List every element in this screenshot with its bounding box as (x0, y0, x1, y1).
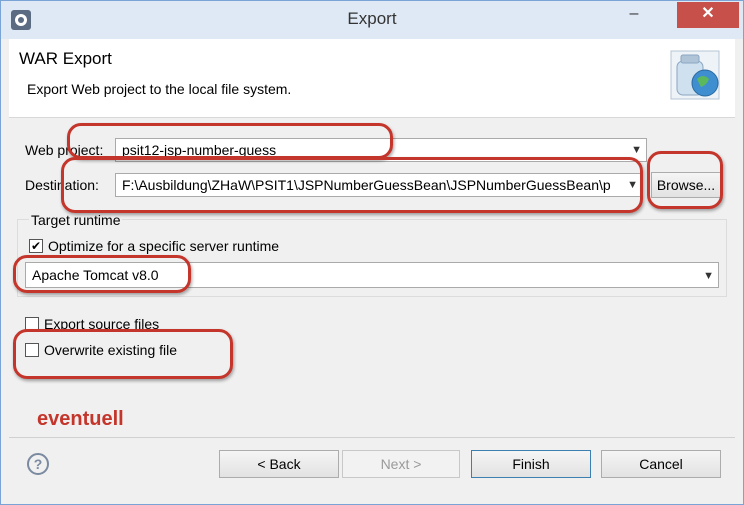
annotation-web-project (67, 123, 393, 159)
footer-separator (9, 437, 735, 438)
optimize-checkbox[interactable]: ✔ (29, 239, 43, 253)
cancel-button[interactable]: Cancel (601, 450, 721, 478)
chevron-down-icon[interactable]: ▼ (703, 264, 714, 287)
finish-button[interactable]: Finish (471, 450, 591, 478)
checkmark-icon: ✔ (30, 239, 42, 253)
help-icon[interactable]: ? (27, 453, 49, 475)
annotation-runtime (13, 255, 191, 293)
optimize-label: Optimize for a specific server runtime (48, 238, 280, 254)
back-button[interactable]: < Back (219, 450, 339, 478)
export-dialog: Export – ✕ WAR Export Export Web project… (0, 0, 744, 505)
jar-globe-icon (670, 50, 720, 100)
wizard-header: WAR Export Export Web project to the loc… (9, 39, 735, 118)
target-runtime-label: Target runtime (29, 212, 123, 228)
title-bar: Export – ✕ (1, 1, 743, 39)
annotation-browse (647, 151, 723, 209)
wizard-title: WAR Export (19, 49, 112, 68)
annotation-note: eventuell (37, 408, 124, 430)
annotation-overwrite (13, 329, 233, 379)
wizard-description: Export Web project to the local file sys… (27, 81, 292, 97)
next-button[interactable]: Next > (342, 450, 460, 478)
annotation-destination (61, 157, 643, 213)
close-button[interactable]: ✕ (677, 2, 739, 28)
minimize-button[interactable]: – (621, 2, 647, 28)
